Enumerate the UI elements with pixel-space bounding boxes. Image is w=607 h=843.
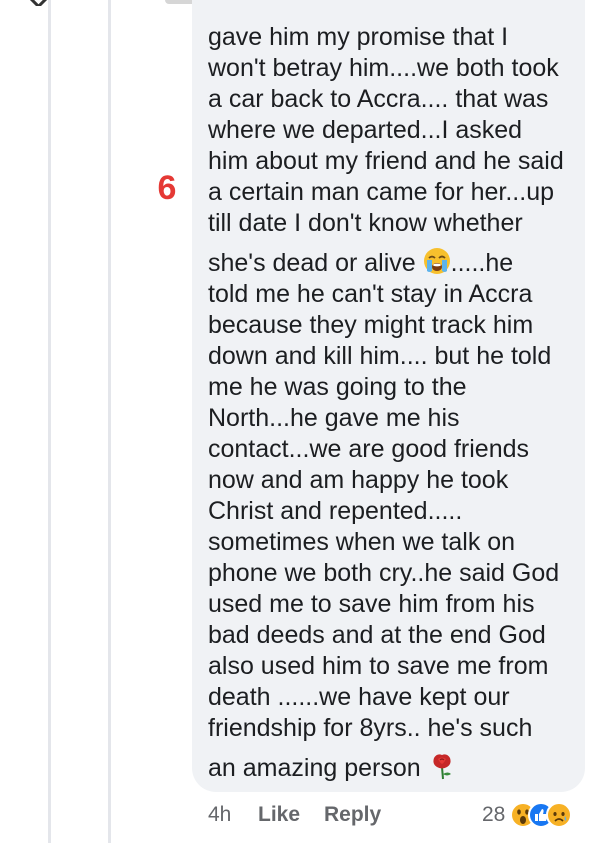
comment-line: also used him to save me from	[208, 652, 549, 680]
comment-line: won't betray him....we both took	[208, 54, 559, 82]
comment-line-part: an amazing person	[208, 754, 421, 782]
comment-line: sometimes when we talk on	[208, 528, 516, 556]
comment-line: a certain man came for her...up	[208, 178, 555, 206]
comment-line: gave him my promise that I	[208, 23, 509, 51]
rose-icon	[433, 754, 451, 780]
comment-line: till date I don't know whether	[208, 209, 523, 237]
comment-line: now and am happy he took	[208, 466, 509, 494]
comment-line: him about my friend and he said	[208, 147, 564, 175]
thread-connector-line	[48, 0, 51, 843]
comment-line: me he was going to the	[208, 373, 467, 401]
reaction-count: 28	[482, 803, 506, 826]
comment-text: gave him my promise that I won't betray …	[208, 22, 576, 784]
comment-line: where we departed...I asked	[208, 116, 523, 144]
comment-thread-screen: 6 gave him my promise that I won't betra…	[0, 0, 607, 843]
comment-line: she's dead or alive .....he	[208, 239, 576, 279]
comment-line: down and kill him.... but he told	[208, 342, 552, 370]
comment-line-part: she's dead or alive	[208, 249, 416, 277]
comment-line: a car back to Accra.... that was	[208, 85, 549, 113]
sad-reaction-icon	[546, 802, 572, 828]
chevron-down-icon[interactable]	[26, 0, 51, 6]
loudly-crying-face-icon	[423, 248, 450, 274]
comment-line: bad deeds and at the end God	[208, 621, 546, 649]
like-button[interactable]: Like	[258, 803, 300, 827]
reply-button[interactable]: Reply	[324, 803, 381, 827]
comment-line: because they might track him	[208, 311, 534, 339]
comment-line: phone we both cry..he said God	[208, 559, 560, 587]
comment-timestamp[interactable]: 4h	[208, 803, 231, 827]
comment-line-part: .....he	[450, 249, 514, 277]
comment-line: North...he gave me his	[208, 404, 460, 432]
comment-line: death ......we have kept our	[208, 683, 510, 711]
comment-line: Christ and repented.....	[208, 497, 463, 525]
comment-line: used me to save him from his	[208, 590, 535, 618]
annotation-number: 6	[157, 169, 177, 207]
comment-line: friendship for 8yrs.. he's such	[208, 714, 533, 742]
comment-line: an amazing person	[208, 744, 576, 784]
thread-connector-line	[108, 0, 111, 843]
comment-line: contact...we are good friends	[208, 435, 530, 463]
comment-line: told me he can't stay in Accra	[208, 280, 533, 308]
